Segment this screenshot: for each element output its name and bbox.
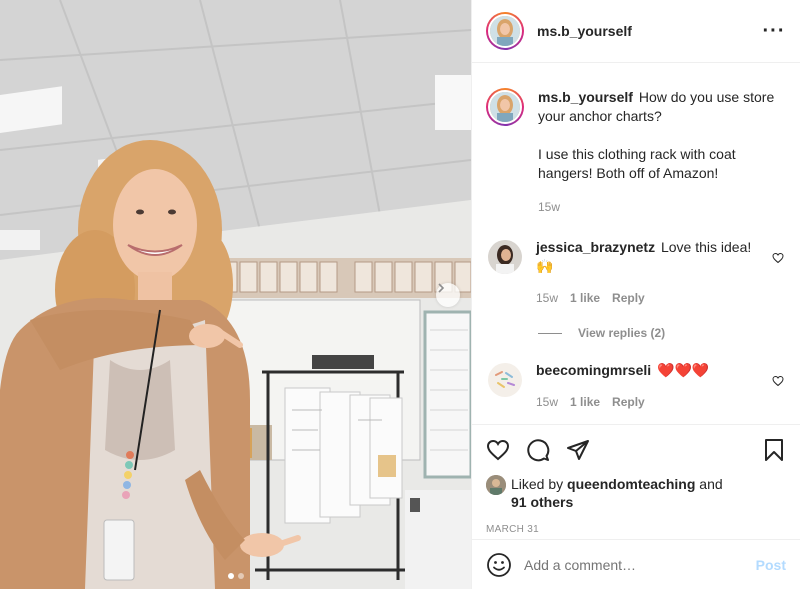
caption-comment: ms.b_yourself How do you use store your … xyxy=(486,88,786,217)
view-replies-label: View replies (2) xyxy=(578,326,666,340)
comment-item: jessica_brazynetz Love this idea! 🙌 15w … xyxy=(486,238,786,308)
comment-likes[interactable]: 1 like xyxy=(570,393,600,412)
like-comment-heart-icon[interactable] xyxy=(772,252,784,264)
avatar-image xyxy=(486,475,506,495)
carousel-indicator xyxy=(0,573,471,579)
author-username[interactable]: ms.b_yourself xyxy=(537,23,762,39)
commenter-avatar[interactable] xyxy=(488,240,522,274)
reply-button[interactable]: Reply xyxy=(612,393,645,412)
avatar-image xyxy=(490,92,520,122)
liked-by-prefix: Liked by xyxy=(511,476,564,492)
caption-body: ms.b_yourself How do you use store your … xyxy=(538,88,786,217)
chevron-right-icon xyxy=(438,283,445,293)
caption-username[interactable]: ms.b_yourself xyxy=(538,89,633,105)
post-photo[interactable] xyxy=(0,0,471,589)
carousel-next-button[interactable] xyxy=(436,283,460,307)
comment-username[interactable]: jessica_brazynetz xyxy=(536,239,655,255)
comment-item: beecomingmrseli ❤️❤️❤️ 15w 1 like Reply xyxy=(486,361,786,412)
post-comment-button[interactable]: Post xyxy=(756,557,786,573)
liked-by-user[interactable]: queendomteaching xyxy=(567,476,695,492)
comment-time[interactable]: 15w xyxy=(536,289,558,308)
comment-time[interactable]: 15w xyxy=(536,393,558,412)
view-replies-button[interactable]: View replies (2) xyxy=(538,326,786,340)
comment-body: jessica_brazynetz Love this idea! 🙌 15w … xyxy=(536,238,786,308)
caption-meta: 15w xyxy=(538,198,786,217)
share-button[interactable] xyxy=(566,430,606,470)
avatar-image xyxy=(488,240,522,274)
avatar-image xyxy=(488,363,522,397)
post-actions-section: Liked by queendomteaching and 91 others … xyxy=(472,424,800,535)
comment-input[interactable] xyxy=(524,556,756,573)
avatar-image xyxy=(490,16,520,46)
reply-button[interactable]: Reply xyxy=(612,289,645,308)
comment-button[interactable] xyxy=(526,430,566,470)
comment-meta: 15w 1 like Reply xyxy=(536,393,786,412)
caption-text-line-2: I use this clothing rack with coat hange… xyxy=(538,146,736,181)
liked-by-and: and xyxy=(699,476,723,492)
caption-time[interactable]: 15w xyxy=(538,198,560,217)
liker-avatar[interactable] xyxy=(486,475,506,495)
liked-by: Liked by queendomteaching and 91 others xyxy=(486,475,786,511)
emoji-icon[interactable] xyxy=(486,552,512,578)
carousel-dot xyxy=(237,573,244,579)
paper-plane-icon xyxy=(567,440,589,460)
classroom-photo xyxy=(0,0,471,589)
others-count[interactable]: 91 others xyxy=(511,494,573,510)
comment-likes[interactable]: 1 like xyxy=(570,289,600,308)
comment-username[interactable]: beecomingmrseli xyxy=(536,362,651,378)
comment-text: ❤️❤️❤️ xyxy=(657,362,710,378)
instagram-post: ms.b_yourself ··· ms.b_yourself How do y… xyxy=(0,0,800,589)
comment-meta: 15w 1 like Reply xyxy=(536,289,786,308)
action-bar xyxy=(486,425,786,475)
author-avatar[interactable] xyxy=(486,12,524,50)
comment-body: beecomingmrseli ❤️❤️❤️ 15w 1 like Reply xyxy=(536,361,786,412)
view-replies-line xyxy=(538,332,562,334)
add-comment-bar: Post xyxy=(472,539,800,589)
commenter-avatar[interactable] xyxy=(488,363,522,397)
like-button[interactable] xyxy=(486,430,526,470)
heart-icon xyxy=(486,439,510,461)
more-options-icon[interactable]: ··· xyxy=(762,21,786,41)
post-side-panel: ms.b_yourself ··· ms.b_yourself How do y… xyxy=(471,0,800,589)
comments-list: ms.b_yourself How do you use store your … xyxy=(472,64,800,424)
carousel-dot-active xyxy=(227,573,234,579)
save-button[interactable] xyxy=(746,430,786,470)
like-comment-heart-icon[interactable] xyxy=(772,375,784,387)
post-date[interactable]: MARCH 31 xyxy=(486,524,786,535)
post-header: ms.b_yourself ··· xyxy=(472,0,800,63)
caption-avatar[interactable] xyxy=(486,88,524,126)
comment-bubble-icon xyxy=(527,439,550,462)
bookmark-icon xyxy=(765,439,783,461)
